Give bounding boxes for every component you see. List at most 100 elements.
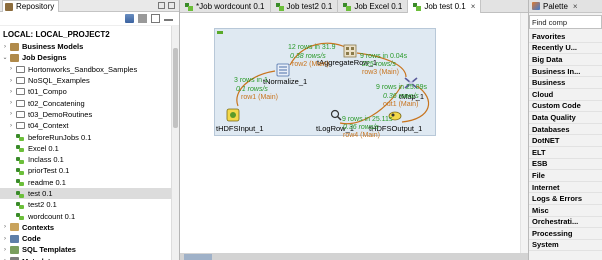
close-tab-icon[interactable]: × bbox=[471, 2, 476, 11]
palette-category[interactable]: System bbox=[529, 240, 602, 252]
expand-arrow-icon[interactable]: › bbox=[8, 123, 14, 129]
close-icon[interactable]: × bbox=[573, 2, 578, 11]
tree-item-label: NoSQL_Examples bbox=[28, 76, 90, 86]
palette-category[interactable]: Big Data bbox=[529, 54, 602, 66]
expand-arrow-icon[interactable]: › bbox=[8, 100, 14, 106]
tree-item-label: t02_Concatening bbox=[28, 98, 85, 108]
palette-category[interactable]: Business In... bbox=[529, 66, 602, 78]
tree-item-label: t01_Compo bbox=[28, 87, 67, 97]
palette-header[interactable]: Palette × bbox=[529, 0, 602, 13]
filter-icon[interactable] bbox=[138, 14, 147, 23]
tree-item-label: Contexts bbox=[22, 222, 55, 232]
job-icon bbox=[16, 133, 25, 142]
expand-arrow-icon[interactable]: › bbox=[2, 236, 8, 242]
row3-name[interactable]: row3 (Main) bbox=[362, 69, 399, 77]
repository-tree-item[interactable]: › NoSQL_Examples bbox=[0, 75, 179, 86]
repository-tree-item[interactable]: › Contexts bbox=[0, 222, 179, 233]
tree-item-label: Inclass 0.1 bbox=[28, 155, 64, 165]
palette-search-input[interactable]: Find comp bbox=[529, 15, 602, 29]
palette-category[interactable]: DotNET bbox=[529, 135, 602, 147]
scrollbar-thumb[interactable] bbox=[173, 48, 178, 128]
repository-tree-item[interactable]: Excel 0.1 bbox=[0, 143, 179, 154]
palette-category[interactable]: Misc bbox=[529, 205, 602, 217]
expand-arrow-icon[interactable]: › bbox=[8, 66, 14, 72]
repository-tree-item[interactable]: › t04_Context bbox=[0, 120, 179, 131]
out1-name[interactable]: out1 (Main) bbox=[383, 101, 418, 109]
editor-tab-label: Job test 0.1 bbox=[424, 2, 466, 11]
palette-category[interactable]: Databases bbox=[529, 124, 602, 136]
repository-tree-item[interactable]: ⌄ Job Designs bbox=[0, 52, 179, 63]
expand-arrow-icon[interactable]: ⌄ bbox=[2, 54, 8, 61]
job-designer-canvas[interactable]: tHDFSInput_1 tNormalize_1 tAggregateRow_… bbox=[180, 13, 528, 260]
repository-tree-item[interactable]: › t01_Compo bbox=[0, 86, 179, 97]
repository-tree-item[interactable]: ›Metadata bbox=[0, 256, 179, 260]
designer-tab[interactable] bbox=[184, 254, 212, 260]
repository-tree-item[interactable]: test2 0.1 bbox=[0, 199, 179, 210]
normalize-icon bbox=[276, 63, 290, 77]
repository-tree-item[interactable]: › t03_DemoRoutines bbox=[0, 109, 179, 120]
expand-arrow-icon[interactable]: › bbox=[8, 89, 14, 95]
tlogrow-component[interactable] bbox=[330, 109, 342, 121]
repository-tree-item[interactable]: wordcount 0.1 bbox=[0, 210, 179, 221]
repository-tree-item[interactable]: › Hortonworks_Sandbox_Samples bbox=[0, 64, 179, 75]
repository-tree-item[interactable]: beforeRunJobs 0.1 bbox=[0, 131, 179, 142]
job-icon bbox=[16, 144, 25, 153]
palette-category[interactable]: Data Quality bbox=[529, 112, 602, 124]
category-icon bbox=[10, 234, 19, 243]
canvas-scrollbar[interactable] bbox=[520, 13, 528, 253]
thdfsinput-component[interactable] bbox=[226, 108, 240, 122]
palette-category[interactable]: Internet bbox=[529, 182, 602, 194]
job-icon bbox=[16, 178, 25, 187]
minimize-view-icon[interactable] bbox=[164, 19, 173, 22]
category-icon bbox=[10, 53, 19, 62]
palette-category[interactable]: Favorites bbox=[529, 31, 602, 43]
row2-rate: 0.38 rows/s bbox=[290, 53, 326, 60]
minimize-icon[interactable] bbox=[158, 2, 165, 9]
maximize-icon[interactable] bbox=[168, 2, 175, 9]
row2-name[interactable]: row2 (Main) bbox=[292, 61, 329, 69]
expand-arrow-icon[interactable]: › bbox=[8, 78, 14, 84]
palette-category[interactable]: Processing bbox=[529, 228, 602, 240]
refresh-icon[interactable] bbox=[125, 14, 134, 23]
row1-rate: 0.1 rows/s bbox=[236, 86, 268, 93]
folder-icon bbox=[16, 65, 25, 73]
expand-arrow-icon[interactable]: › bbox=[8, 111, 14, 117]
category-icon bbox=[10, 245, 19, 254]
palette-category[interactable]: Custom Code bbox=[529, 101, 602, 113]
view-menu-icon[interactable] bbox=[151, 14, 160, 23]
repository-tree-item[interactable]: priorTest 0.1 bbox=[0, 165, 179, 176]
tnormalize-component[interactable] bbox=[276, 63, 290, 77]
expand-arrow-icon[interactable]: › bbox=[2, 224, 8, 230]
palette-category[interactable]: Recently U... bbox=[529, 43, 602, 55]
palette-category[interactable]: Orchestrati... bbox=[529, 217, 602, 229]
tree-item-label: Hortonworks_Sandbox_Samples bbox=[28, 64, 138, 74]
palette-category[interactable]: Logs & Errors bbox=[529, 193, 602, 205]
palette-category[interactable]: ESB bbox=[529, 159, 602, 171]
row1-name[interactable]: row1 (Main) bbox=[241, 94, 278, 102]
palette-category[interactable]: ELT bbox=[529, 147, 602, 159]
palette-category[interactable]: File bbox=[529, 170, 602, 182]
category-icon bbox=[10, 42, 19, 51]
repository-tree-item[interactable]: test 0.1 bbox=[0, 187, 179, 200]
repository-tree-item[interactable]: Inclass 0.1 bbox=[0, 154, 179, 165]
expand-arrow-icon[interactable]: › bbox=[2, 247, 8, 253]
repository-tree-item[interactable]: › t02_Concatening bbox=[0, 97, 179, 108]
editor-tab[interactable]: Job test2 0.1 bbox=[271, 0, 339, 13]
out1-stat: 9 rows in 25.09s bbox=[376, 84, 427, 91]
row4-name[interactable]: row4 (Main) bbox=[343, 132, 380, 140]
repository-scrollbar[interactable] bbox=[171, 26, 179, 260]
repository-tree-item[interactable]: readme 0.1 bbox=[0, 177, 179, 188]
repository-tree-item[interactable]: › Business Models bbox=[0, 41, 179, 52]
repository-tab[interactable]: Repository bbox=[2, 0, 60, 12]
tree-item-label: Code bbox=[22, 234, 41, 244]
repository-tree-item[interactable]: › SQL Templates bbox=[0, 244, 179, 255]
editor-tab[interactable]: Job test 0.1 × bbox=[408, 0, 482, 13]
palette-category[interactable]: Business bbox=[529, 77, 602, 89]
editor-tab[interactable]: *Job wordcount 0.1 bbox=[180, 0, 271, 13]
palette-category[interactable]: Cloud bbox=[529, 89, 602, 101]
repository-tree-item[interactable]: › Code bbox=[0, 233, 179, 244]
expand-arrow-icon[interactable]: › bbox=[2, 44, 8, 50]
row3-stat: 9 rows in 0.04s bbox=[360, 53, 408, 60]
editor-tab[interactable]: Job Excel 0.1 bbox=[338, 0, 409, 13]
taggregaterow-component[interactable] bbox=[343, 44, 357, 58]
